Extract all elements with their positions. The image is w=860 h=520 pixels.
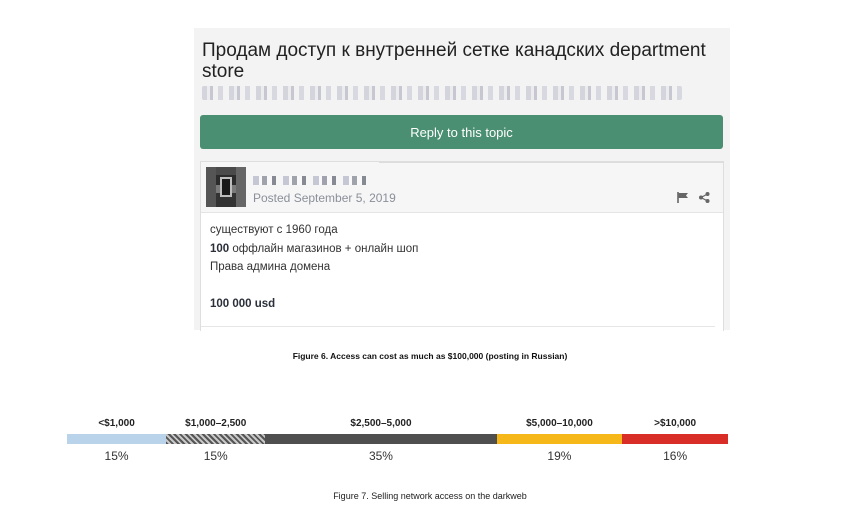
avatar[interactable]	[206, 167, 246, 207]
post-price: 100 000 usd	[210, 298, 276, 310]
bar-segment-5	[622, 434, 728, 444]
figure-6-caption: Figure 6. Access can cost as much as $10…	[292, 351, 568, 361]
reply-to-topic-button[interactable]: Reply to this topic	[200, 115, 723, 149]
forum-post-screenshot: Продам доступ к внутренней сетке канадск…	[194, 28, 730, 331]
post-line-founded: существуют с 1960 года	[210, 224, 338, 236]
price-range-bar	[67, 434, 728, 444]
flag-icon[interactable]	[677, 192, 689, 203]
segment-label-2: $1,000–2,500	[185, 418, 247, 429]
segment-percent-4: 19%	[547, 449, 572, 463]
segment-percent-3: 35%	[368, 449, 393, 463]
segment-label-4: $5,000–10,000	[526, 418, 593, 429]
share-icon[interactable]	[699, 192, 710, 203]
segment-percent-5: 16%	[663, 449, 688, 463]
post-divider	[201, 326, 715, 327]
topic-title: Продам доступ к внутренней сетке канадск…	[202, 40, 706, 82]
bar-segment-3	[265, 434, 497, 444]
post-line-admin: Права админа домена	[210, 261, 331, 273]
store-count: 100	[210, 243, 230, 255]
bar-segment-4	[496, 434, 623, 444]
post-header: Posted September 5, 2019	[201, 162, 723, 213]
bar-segment-2	[166, 434, 266, 444]
segment-label-3: $2,500–5,000	[350, 418, 412, 429]
figure-7-caption: Figure 7. Selling network access on the …	[333, 491, 527, 501]
blurred-username[interactable]	[253, 176, 373, 185]
segment-percent-1: 15%	[104, 449, 129, 463]
post-line-stores: 100 оффлайн магазинов + онлайн шоп	[210, 243, 418, 255]
post-card: Posted September 5, 2019 существуют с 19…	[200, 161, 724, 331]
blurred-topic-meta	[202, 86, 682, 100]
stores-text: оффлайн магазинов + онлайн шоп	[229, 243, 419, 255]
post-date: Posted September 5, 2019	[253, 191, 396, 205]
segment-label-1: <$1,000	[98, 418, 135, 429]
bar-segment-1	[67, 434, 167, 444]
segment-percent-2: 15%	[203, 449, 228, 463]
segment-label-5: >$10,000	[654, 418, 697, 429]
